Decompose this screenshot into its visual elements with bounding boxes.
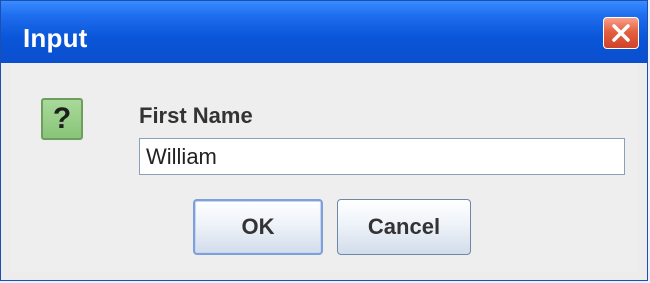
first-name-label: First Name — [139, 103, 253, 128]
dialog-content: ? First Name OK Cancel — [11, 63, 637, 272]
ok-button[interactable]: OK — [193, 199, 323, 255]
title-bar[interactable]: Input — [1, 1, 647, 63]
cancel-button[interactable]: Cancel — [337, 199, 471, 255]
first-name-input[interactable] — [139, 138, 625, 175]
close-icon — [612, 24, 630, 42]
input-dialog: Input ? First Name OK Cancel — [0, 0, 648, 281]
close-button[interactable] — [603, 17, 639, 49]
window-title: Input — [23, 23, 88, 53]
question-icon: ? — [41, 98, 83, 140]
